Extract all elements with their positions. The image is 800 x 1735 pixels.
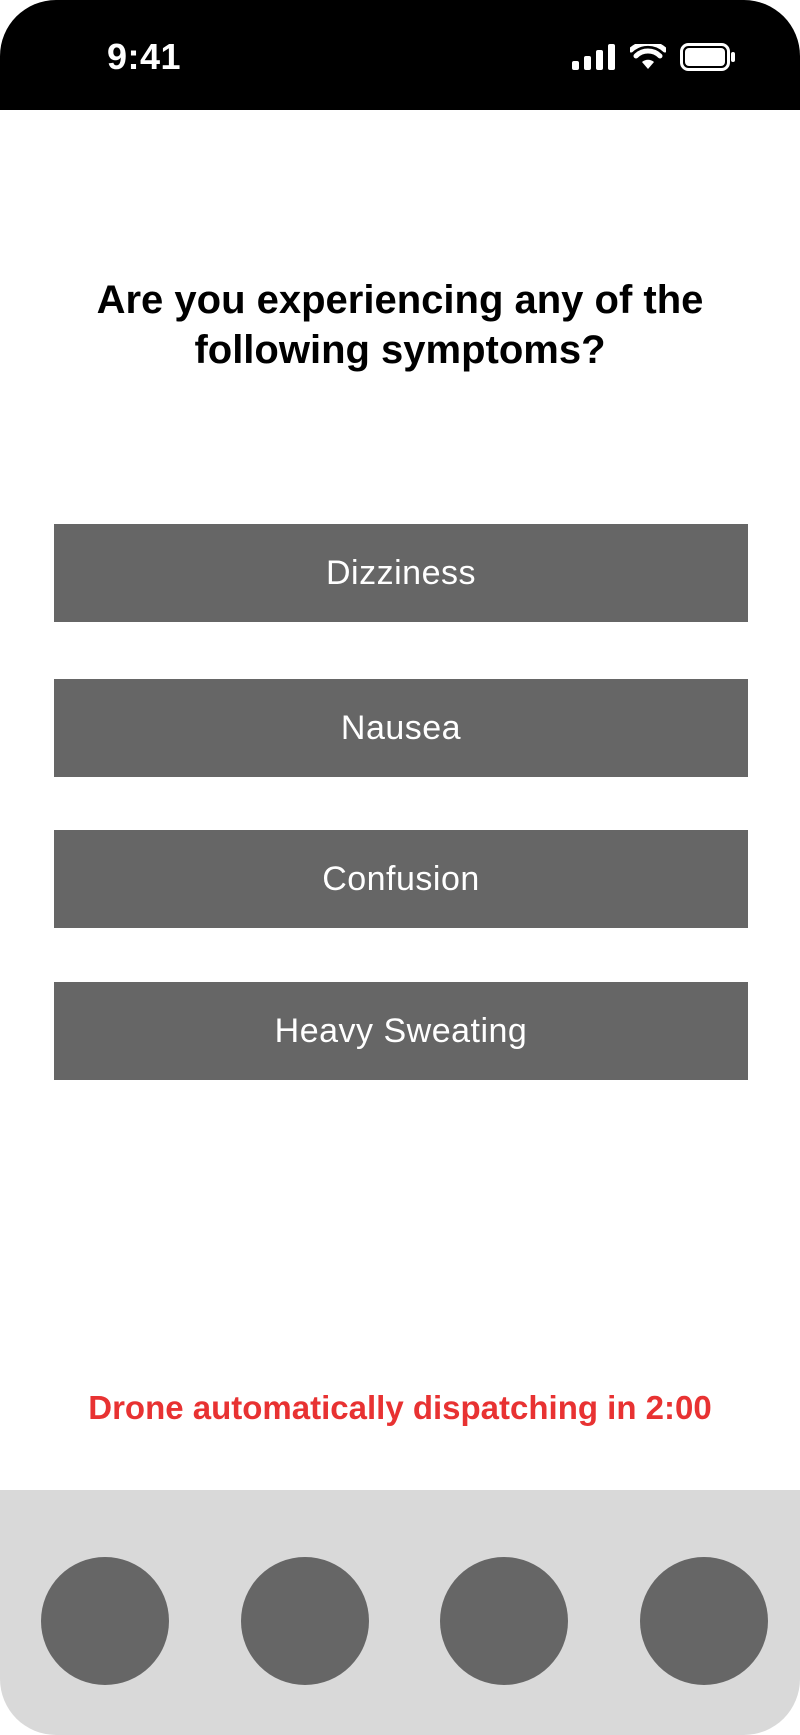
status-time: 9:41: [107, 36, 182, 77]
nav-item-2[interactable]: [241, 1557, 369, 1685]
symptom-button-dizziness[interactable]: Dizziness: [54, 524, 748, 622]
symptom-button-confusion[interactable]: Confusion: [54, 830, 748, 928]
nav-item-1[interactable]: [41, 1557, 169, 1685]
symptom-button-heavy-sweating[interactable]: Heavy Sweating: [54, 982, 748, 1080]
nav-item-3[interactable]: [440, 1557, 568, 1685]
phone-screen: 9:41 Are you experiencing any of the fol…: [0, 0, 800, 1735]
battery-icon: [680, 42, 736, 76]
symptom-button-nausea[interactable]: Nausea: [54, 679, 748, 777]
page-title: Are you experiencing any of the followin…: [96, 278, 704, 372]
status-icons: [572, 40, 736, 76]
bottom-nav-bar: [0, 1490, 800, 1735]
dispatch-countdown-text: Drone automatically dispatching in 2:00: [88, 1389, 712, 1426]
nav-item-4[interactable]: [640, 1557, 768, 1685]
signal-icon: [572, 43, 616, 75]
status-bar: 9:41: [0, 0, 800, 110]
wifi-icon: [628, 40, 668, 75]
